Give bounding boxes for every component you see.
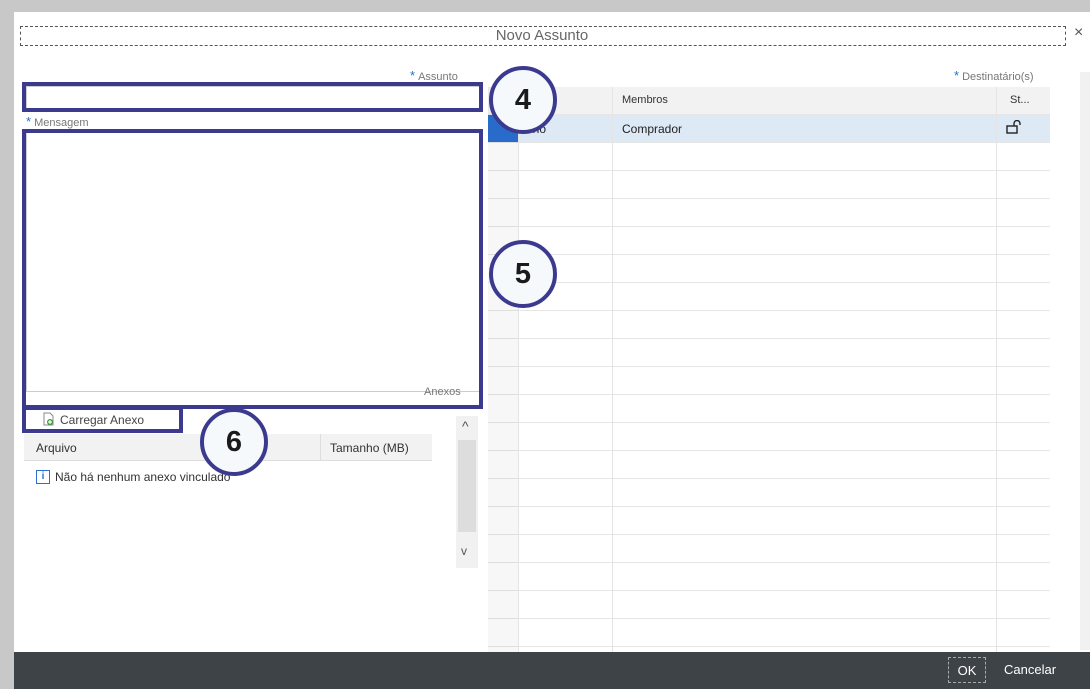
empty-row [488,283,1050,311]
cancel-button[interactable]: Cancelar [1004,662,1056,677]
empty-row [488,311,1050,339]
callout-upload: 6 [200,408,268,476]
empty-row [488,563,1050,591]
empty-row [488,479,1050,507]
recipient-row[interactable]: erno Comprador [488,115,1050,143]
empty-row [488,535,1050,563]
column-divider [612,87,613,652]
close-icon[interactable]: × [1074,24,1083,42]
column-members[interactable]: Membros [622,94,668,106]
empty-row [488,619,1050,647]
callout-message: 5 [489,240,557,308]
column-status[interactable]: St... [1010,94,1030,106]
row-selector-column [488,87,518,652]
empty-row [488,451,1050,479]
column-size[interactable]: Tamanho (MB) [330,441,409,455]
empty-row [488,339,1050,367]
unlock-icon[interactable] [1006,119,1022,139]
callout-subject: 4 [489,66,557,134]
subject-highlight-frame [22,82,483,112]
recipients-header: Membros St... [488,87,1050,115]
message-highlight-frame [22,129,483,409]
scrollbar-thumb[interactable] [458,440,476,532]
dialog-titlebar: Novo Assunto × [14,12,1090,58]
column-file[interactable]: Arquivo [36,441,77,455]
empty-row [488,143,1050,171]
chevron-down-icon[interactable]: v [461,544,467,558]
new-subject-dialog: Novo Assunto × * Assunto * Mensagem Anexos… [14,12,1090,689]
empty-attachments-message: i Não há nenhum anexo vinculado [36,470,230,484]
empty-row [488,367,1050,395]
empty-row [488,227,1050,255]
empty-row [488,199,1050,227]
dialog-footer: OK Cancelar [14,652,1090,689]
subject-label: * Assunto [410,68,458,83]
empty-row [488,423,1050,451]
dialog-title: Novo Assunto [495,27,589,44]
empty-row [488,171,1050,199]
recipients-grid: Membros St... erno Comprador [488,87,1050,652]
recipient-member: Comprador [622,122,683,136]
attachment-scrollbar[interactable]: ^ v [456,416,478,568]
empty-row [488,507,1050,535]
column-divider [320,434,321,460]
column-divider [518,87,519,652]
empty-row [488,395,1050,423]
ok-button[interactable]: OK [948,657,986,683]
info-icon: i [36,470,50,484]
message-label: * Mensagem [26,114,89,129]
dialog-scrollbar[interactable] [1080,72,1090,650]
column-divider [996,87,997,652]
empty-row [488,255,1050,283]
empty-row [488,591,1050,619]
chevron-up-icon[interactable]: ^ [462,418,469,434]
recipients-label: * Destinatário(s) [954,68,1034,83]
upload-highlight-frame [22,406,183,433]
